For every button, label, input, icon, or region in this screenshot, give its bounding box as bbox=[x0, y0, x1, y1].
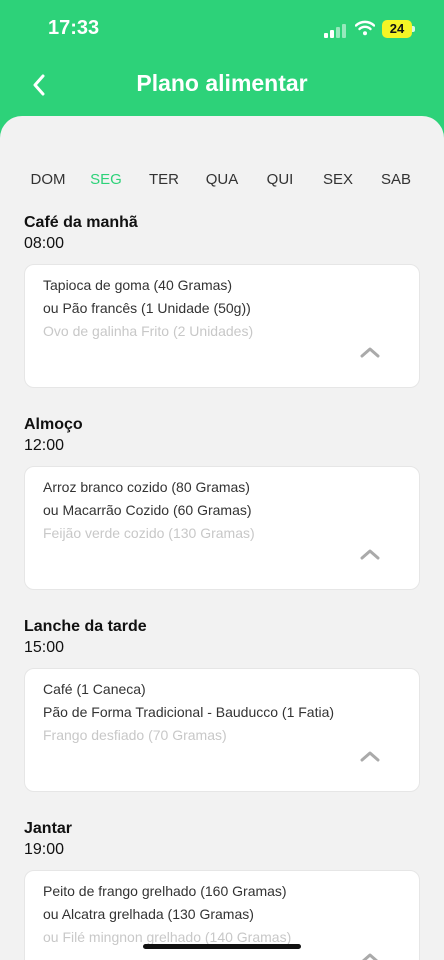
meal-name: Almoço bbox=[24, 416, 83, 433]
cellular-signal-icon bbox=[324, 22, 348, 38]
day-tab-seg[interactable]: SEG bbox=[90, 171, 122, 188]
content-panel: DOM SEG TER QUA QUI SEX SAB Café da manh… bbox=[0, 116, 444, 960]
meal-time: 12:00 bbox=[24, 437, 65, 454]
home-indicator[interactable] bbox=[143, 944, 301, 949]
meal-item: Ovo de galinha Frito (2 Unidades) bbox=[43, 323, 254, 339]
meal-item: Peito de frango grelhado (160 Gramas) bbox=[43, 883, 287, 899]
meal-section-afternoon-snack: Lanche da tarde 15:00 Café (1 Caneca) Pã… bbox=[24, 617, 420, 792]
meal-time: 19:00 bbox=[24, 841, 65, 858]
status-time: 17:33 bbox=[48, 17, 100, 39]
meal-item: ou Macarrão Cozido (60 Gramas) bbox=[43, 502, 252, 518]
meal-item: Pão de Forma Tradicional - Bauducco (1 F… bbox=[43, 704, 335, 720]
meal-section-dinner: Jantar 19:00 Peito de frango grelhado (1… bbox=[24, 819, 420, 960]
meal-section-breakfast: Café da manhã 08:00 Tapioca de goma (40 … bbox=[24, 213, 420, 388]
meal-name: Café da manhã bbox=[24, 214, 138, 231]
day-tab-sab[interactable]: SAB bbox=[381, 171, 411, 188]
day-tab-sex[interactable]: SEX bbox=[323, 171, 353, 188]
meal-name: Jantar bbox=[24, 820, 73, 837]
day-tab-dom[interactable]: DOM bbox=[31, 171, 66, 188]
meal-item: ou Filé mingnon grelhado (140 Gramas) bbox=[43, 929, 292, 945]
meal-section-lunch: Almoço 12:00 Arroz branco cozido (80 Gra… bbox=[24, 415, 420, 590]
meal-item: ou Pão francês (1 Unidade (50g)) bbox=[43, 300, 251, 316]
meal-time: 08:00 bbox=[24, 235, 65, 252]
day-tab-ter[interactable]: TER bbox=[149, 171, 179, 188]
day-selector: DOM SEG TER QUA QUI SEX SAB bbox=[0, 171, 444, 191]
battery-level: 24 bbox=[389, 21, 405, 36]
meal-item: Frango desfiado (70 Gramas) bbox=[43, 727, 227, 743]
chevron-up-icon[interactable] bbox=[359, 547, 381, 561]
meal-item: Tapioca de goma (40 Gramas) bbox=[43, 277, 233, 293]
meal-name: Lanche da tarde bbox=[24, 618, 147, 635]
day-tab-qui[interactable]: QUI bbox=[267, 171, 294, 188]
wifi-icon bbox=[355, 20, 375, 36]
chevron-up-icon[interactable] bbox=[359, 951, 381, 960]
meal-time: 15:00 bbox=[24, 639, 65, 656]
meal-item: Café (1 Caneca) bbox=[43, 681, 146, 697]
status-bar: 17:33 24 bbox=[0, 0, 444, 60]
meal-item: ou Alcatra grelhada (130 Gramas) bbox=[43, 906, 254, 922]
meal-item: Arroz branco cozido (80 Gramas) bbox=[43, 479, 250, 495]
chevron-up-icon[interactable] bbox=[359, 345, 381, 359]
meal-card[interactable]: Arroz branco cozido (80 Gramas) ou Macar… bbox=[24, 466, 420, 590]
meal-card[interactable]: Café (1 Caneca) Pão de Forma Tradicional… bbox=[24, 668, 420, 792]
battery-icon: 24 bbox=[382, 20, 412, 38]
day-tab-qua[interactable]: QUA bbox=[206, 171, 239, 188]
meal-item: Feijão verde cozido (130 Gramas) bbox=[43, 525, 255, 541]
battery-cap bbox=[412, 26, 415, 32]
page-title: Plano alimentar bbox=[136, 70, 308, 96]
chevron-up-icon[interactable] bbox=[359, 749, 381, 763]
meal-card[interactable]: Tapioca de goma (40 Gramas) ou Pão franc… bbox=[24, 264, 420, 388]
